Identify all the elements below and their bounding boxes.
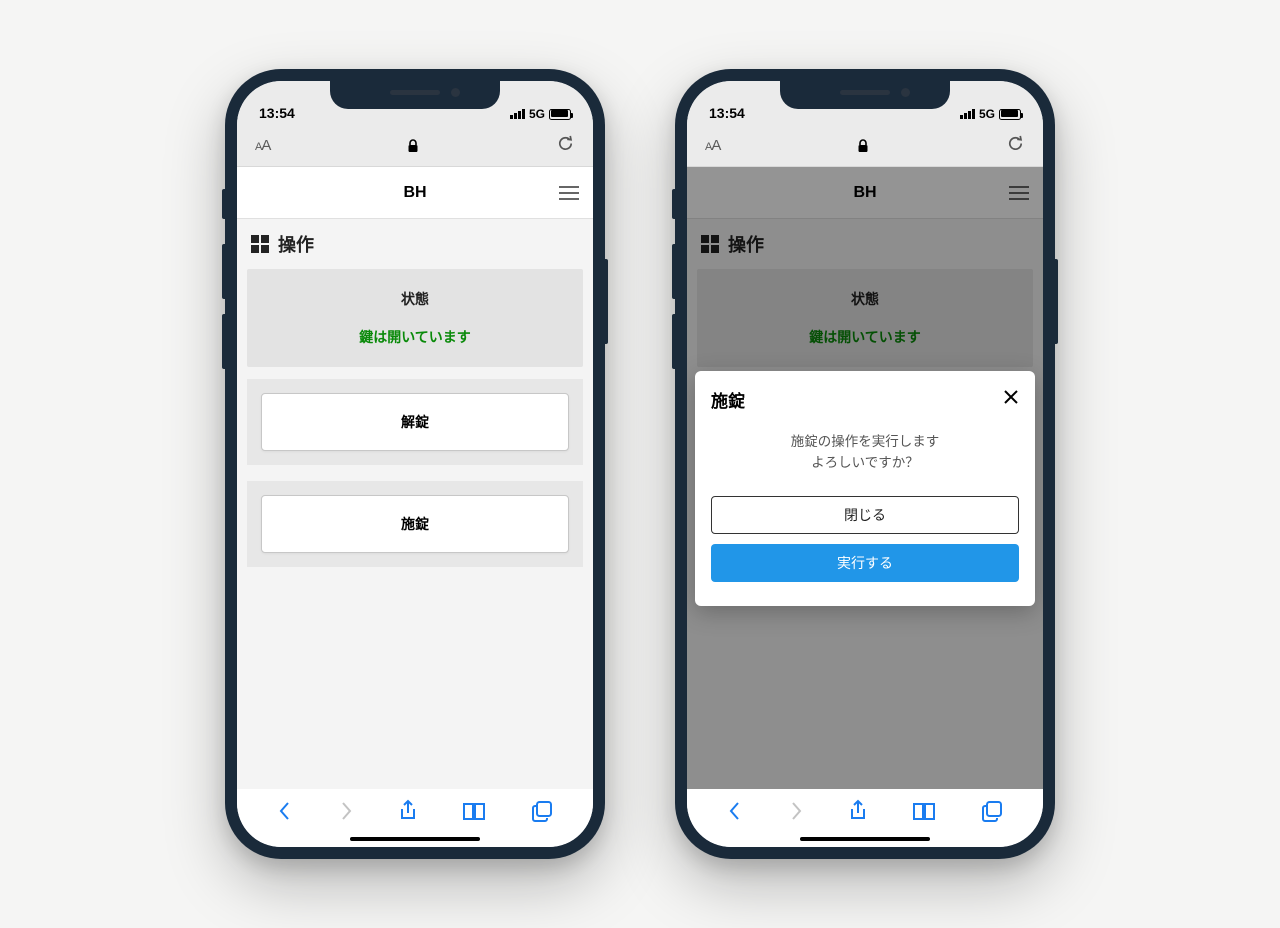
network-label: 5G	[979, 107, 995, 121]
phone-right: 13:54 5G AA BH 操作	[675, 69, 1055, 859]
modal-close-button[interactable]: 閉じる	[711, 496, 1019, 534]
app-header: BH	[237, 167, 593, 219]
browser-url-bar[interactable]: AA	[237, 125, 593, 167]
back-icon[interactable]	[727, 801, 743, 826]
signal-icon	[510, 109, 525, 119]
lock-icon	[270, 139, 556, 153]
hamburger-icon[interactable]	[559, 186, 579, 200]
section-title: 操作	[278, 231, 314, 257]
modal-message: 施錠の操作を実行します よろしいですか？	[711, 432, 1019, 474]
notch	[780, 81, 950, 109]
forward-icon	[788, 801, 804, 826]
status-label: 状態	[257, 289, 573, 309]
bookmarks-icon[interactable]	[912, 801, 936, 826]
status-time: 13:54	[709, 105, 745, 121]
battery-icon	[999, 109, 1021, 120]
back-icon[interactable]	[277, 801, 293, 826]
lock-icon	[720, 139, 1006, 153]
status-value: 鍵は開いています	[257, 327, 573, 347]
lock-button[interactable]: 施錠	[261, 495, 569, 553]
forward-icon	[338, 801, 354, 826]
browser-bottom-bar	[687, 789, 1043, 847]
confirm-modal: 施錠 施錠の操作を実行します よろしいですか？ 閉じる 実行する	[695, 371, 1035, 606]
close-icon[interactable]	[1003, 389, 1019, 410]
tabs-icon[interactable]	[531, 800, 553, 827]
content-area: 操作 状態 鍵は開いています 解錠 施錠	[237, 219, 593, 789]
browser-bottom-bar	[237, 789, 593, 847]
reload-icon[interactable]	[1006, 134, 1025, 158]
app-title: BH	[403, 184, 426, 202]
text-size-button[interactable]: AA	[705, 137, 720, 154]
text-size-button[interactable]: AA	[255, 137, 270, 154]
unlock-button[interactable]: 解錠	[261, 393, 569, 451]
grid-icon	[251, 235, 269, 253]
tabs-icon[interactable]	[981, 800, 1003, 827]
home-indicator[interactable]	[350, 837, 480, 841]
reload-icon[interactable]	[556, 134, 575, 158]
notch	[330, 81, 500, 109]
modal-title: 施錠	[711, 387, 745, 412]
modal-confirm-button[interactable]: 実行する	[711, 544, 1019, 582]
share-icon[interactable]	[848, 799, 868, 828]
battery-icon	[549, 109, 571, 120]
home-indicator[interactable]	[800, 837, 930, 841]
phone-left: 13:54 5G AA BH 操作	[225, 69, 605, 859]
status-time: 13:54	[259, 105, 295, 121]
network-label: 5G	[529, 107, 545, 121]
section-header: 操作	[237, 219, 593, 269]
status-card: 状態 鍵は開いています	[247, 269, 583, 367]
share-icon[interactable]	[398, 799, 418, 828]
signal-icon	[960, 109, 975, 119]
browser-url-bar[interactable]: AA	[687, 125, 1043, 167]
bookmarks-icon[interactable]	[462, 801, 486, 826]
